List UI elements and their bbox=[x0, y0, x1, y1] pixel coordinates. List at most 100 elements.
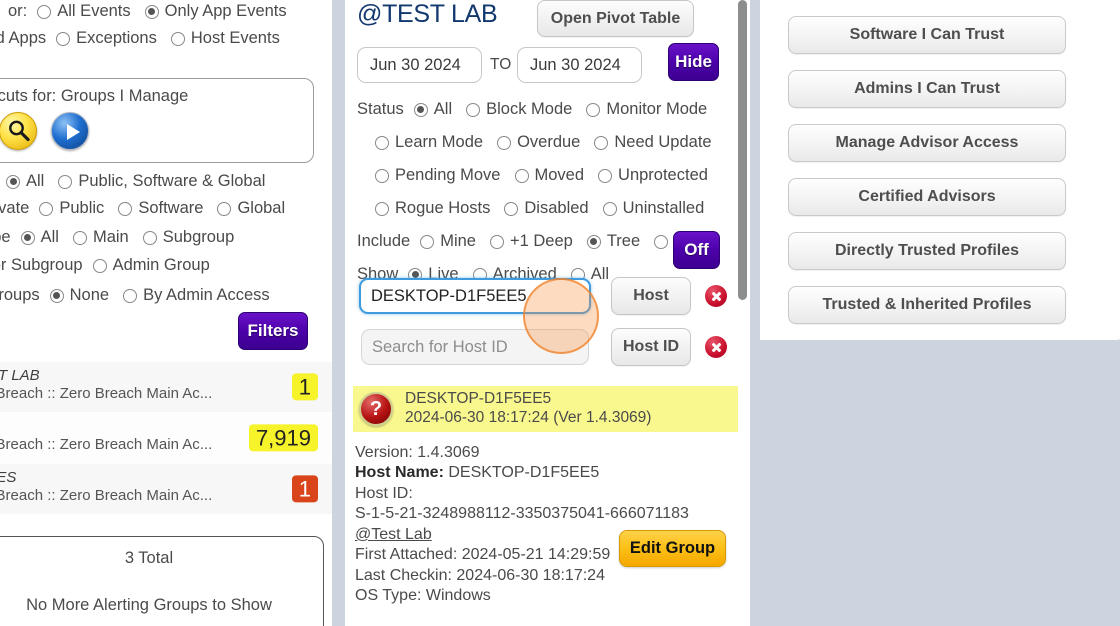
center-panel-scrollbar-thumb[interactable] bbox=[738, 0, 747, 300]
radio-disabled[interactable]: Disabled bbox=[504, 199, 588, 218]
radio-type-subgroup[interactable]: Subgroup bbox=[143, 228, 235, 247]
radio-global[interactable]: Global bbox=[217, 199, 285, 218]
radio-overdue[interactable]: Overdue bbox=[497, 133, 580, 152]
radio-only-app-events[interactable]: Only App Events bbox=[145, 2, 287, 21]
radio-public-software-global-control[interactable] bbox=[58, 175, 72, 189]
status-row-1: Status All Block Mode Monitor Mode bbox=[357, 93, 747, 126]
manage-advisor-access-button[interactable]: Manage Advisor Access bbox=[788, 124, 1066, 162]
radio-visibility-all[interactable]: All bbox=[6, 172, 44, 191]
detail-host-name-label: Host Name: bbox=[355, 464, 444, 481]
search-input-host-id[interactable] bbox=[361, 329, 589, 365]
edit-group-button[interactable]: Edit Group bbox=[619, 530, 726, 567]
radio-type-all[interactable]: All bbox=[21, 228, 59, 247]
filters-button[interactable]: Filters bbox=[238, 312, 308, 350]
radio-type-subgroup-control[interactable] bbox=[143, 231, 157, 245]
radio-include-mine[interactable]: Mine bbox=[420, 232, 476, 251]
table-row[interactable]: YX ro Breach :: Zero Breach Main Ac... 7… bbox=[0, 413, 332, 464]
software-i-can-trust-button[interactable]: Software I Can Trust bbox=[788, 16, 1066, 54]
radio-subgroups-none[interactable]: None bbox=[50, 286, 109, 305]
open-pivot-table-button[interactable]: Open Pivot Table bbox=[537, 0, 694, 37]
radio-rogue-hosts-control[interactable] bbox=[375, 202, 389, 216]
radio-uninstalled[interactable]: Uninstalled bbox=[603, 199, 705, 218]
radio-type-main-control[interactable] bbox=[73, 231, 87, 245]
admins-i-can-trust-button[interactable]: Admins I Can Trust bbox=[788, 70, 1066, 108]
off-toggle-button[interactable]: Off bbox=[673, 231, 720, 269]
radio-exceptions-control[interactable] bbox=[56, 32, 70, 46]
host-id-search-button[interactable]: Host ID bbox=[611, 328, 691, 366]
detail-last-checkin-value: 2024-06-30 18:17:24 bbox=[456, 567, 605, 584]
radio-unprotected[interactable]: Unprotected bbox=[598, 166, 708, 185]
radio-unprotected-control[interactable] bbox=[598, 169, 612, 183]
radio-include-plus1-deep[interactable]: +1 Deep bbox=[490, 232, 573, 251]
radio-global-control[interactable] bbox=[217, 202, 231, 216]
radio-software-control[interactable] bbox=[118, 202, 132, 216]
radio-status-all-control[interactable] bbox=[414, 103, 428, 117]
clear-host-id-search-icon[interactable] bbox=[705, 336, 727, 358]
group-link[interactable]: @Test Lab bbox=[355, 526, 432, 543]
radio-uninstalled-control[interactable] bbox=[603, 202, 617, 216]
radio-monitor-mode[interactable]: Monitor Mode bbox=[586, 100, 707, 119]
radio-admin-group[interactable]: Admin Group bbox=[93, 256, 210, 275]
list-item[interactable]: ? DESKTOP-D1F5EE5 2024-06-30 18:17:24 (V… bbox=[353, 386, 742, 432]
panel-divider-left bbox=[332, 0, 345, 626]
radio-include-mine-control[interactable] bbox=[420, 235, 434, 249]
detail-host-name-line: Host Name: DESKTOP-D1F5EE5 bbox=[355, 463, 689, 483]
hide-button[interactable]: Hide bbox=[668, 43, 719, 81]
radio-by-admin-access-control[interactable] bbox=[123, 289, 137, 303]
clear-host-search-icon[interactable] bbox=[705, 285, 727, 307]
radio-subgroups-none-control[interactable] bbox=[50, 289, 64, 303]
radio-software[interactable]: Software bbox=[118, 199, 203, 218]
radio-moved-control[interactable] bbox=[515, 169, 529, 183]
radio-include-tree[interactable]: Tree bbox=[587, 232, 640, 251]
radio-all-events-control[interactable] bbox=[37, 5, 51, 19]
radio-disabled-control[interactable] bbox=[504, 202, 518, 216]
play-icon[interactable] bbox=[51, 112, 89, 150]
radio-pending-move-control[interactable] bbox=[375, 169, 389, 183]
radio-only-app-events-control[interactable] bbox=[145, 5, 159, 19]
date-to-input[interactable] bbox=[517, 47, 642, 83]
date-from-input[interactable] bbox=[357, 47, 482, 83]
host-search-button[interactable]: Host bbox=[611, 277, 691, 315]
search-input-host[interactable] bbox=[359, 278, 591, 314]
radio-block-mode-control[interactable] bbox=[466, 103, 480, 117]
radio-overdue-control[interactable] bbox=[497, 136, 511, 150]
radio-admin-group-label: Admin Group bbox=[113, 256, 210, 275]
radio-all-events[interactable]: All Events bbox=[37, 2, 130, 21]
radio-block-mode[interactable]: Block Mode bbox=[466, 100, 572, 119]
detail-host-id-value: S-1-5-21-3248988112-3350375041-666071183 bbox=[355, 505, 689, 522]
radio-by-admin-access[interactable]: By Admin Access bbox=[123, 286, 270, 305]
radio-status-all[interactable]: All bbox=[414, 100, 452, 119]
trusted-inherited-profiles-button[interactable]: Trusted & Inherited Profiles bbox=[788, 286, 1066, 324]
radio-rogue-hosts-label: Rogue Hosts bbox=[395, 199, 490, 218]
radio-include-all-control[interactable] bbox=[654, 235, 668, 249]
radio-monitor-mode-control[interactable] bbox=[586, 103, 600, 117]
radio-public[interactable]: Public bbox=[39, 199, 104, 218]
radio-include-plus1-deep-control[interactable] bbox=[490, 235, 504, 249]
radio-type-all-control[interactable] bbox=[21, 231, 35, 245]
radio-rogue-hosts[interactable]: Rogue Hosts bbox=[375, 199, 490, 218]
certified-advisors-button[interactable]: Certified Advisors bbox=[788, 178, 1066, 216]
directly-trusted-profiles-button[interactable]: Directly Trusted Profiles bbox=[788, 232, 1066, 270]
table-row[interactable]: EST LAB ro Breach :: Zero Breach Main Ac… bbox=[0, 362, 332, 413]
radio-learn-mode-control[interactable] bbox=[375, 136, 389, 150]
radio-host-events-control[interactable] bbox=[171, 32, 185, 46]
radio-include-tree-control[interactable] bbox=[587, 235, 601, 249]
magnifier-icon[interactable] bbox=[0, 112, 37, 150]
radio-public-control[interactable] bbox=[39, 202, 53, 216]
radio-need-update[interactable]: Need Update bbox=[594, 133, 711, 152]
table-row[interactable]: ALES ro Breach :: Zero Breach Main Ac...… bbox=[0, 464, 332, 515]
radio-moved[interactable]: Moved bbox=[515, 166, 585, 185]
radio-type-main[interactable]: Main bbox=[73, 228, 129, 247]
radio-admin-group-control[interactable] bbox=[93, 259, 107, 273]
radio-pending-move[interactable]: Pending Move bbox=[375, 166, 501, 185]
result-host-name: DESKTOP-D1F5EE5 bbox=[405, 390, 651, 409]
radio-need-update-control[interactable] bbox=[594, 136, 608, 150]
radio-public-software-global[interactable]: Public, Software & Global bbox=[58, 172, 265, 191]
radio-host-events[interactable]: Host Events bbox=[171, 29, 280, 48]
subgroups-row: bgroups None By Admin Access bbox=[0, 286, 284, 305]
radio-learn-mode[interactable]: Learn Mode bbox=[375, 133, 483, 152]
radio-need-update-label: Need Update bbox=[614, 133, 711, 152]
radio-exceptions[interactable]: Exceptions bbox=[56, 29, 157, 48]
radio-visibility-all-control[interactable] bbox=[6, 175, 20, 189]
trust-actions-panel: Software I Can Trust Admins I Can Trust … bbox=[760, 0, 1120, 340]
